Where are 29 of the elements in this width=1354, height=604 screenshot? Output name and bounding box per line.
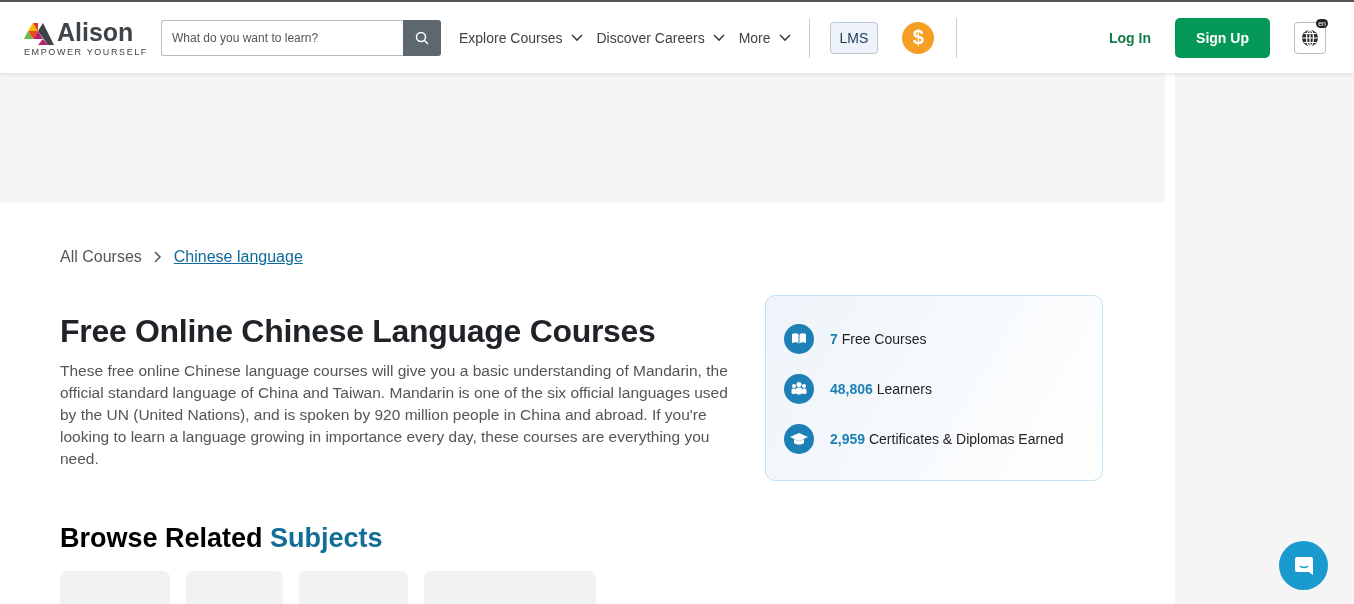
stat-text: 48,806 Learners xyxy=(830,381,932,397)
chevron-down-icon xyxy=(712,33,725,42)
login-link[interactable]: Log In xyxy=(1109,29,1151,46)
globe-icon xyxy=(1300,27,1320,48)
nav-menu[interactable]: Explore Courses xyxy=(455,29,587,46)
lms-button[interactable]: LMS xyxy=(829,21,879,54)
signup-button[interactable]: Sign Up xyxy=(1175,17,1270,58)
search-button[interactable] xyxy=(403,19,441,56)
page-title: Free Online Chinese Language Courses xyxy=(60,313,657,350)
logo-tagline: EMPOWER YOURSELF xyxy=(24,46,149,57)
chevron-down-icon xyxy=(570,33,583,42)
stat-text: 2,959 Certificates & Diplomas Earned xyxy=(830,431,1064,447)
logo-icon xyxy=(24,22,54,45)
nav-menu[interactable]: Discover Careers xyxy=(592,29,729,46)
description: These free online Chinese language courses will give you a basic understanding of Mandarin, the official standard language of China and Taiwan. Mandarin is one of the six official languages used by the UN (United Nations), and is spoken by 920 million people in China and abroad. If you're looking to learn a language growing in importance every day, these courses are everything you need. xyxy=(60,361,729,469)
search-icon xyxy=(415,30,429,45)
search-field[interactable]: What do you want to learn? xyxy=(161,19,403,56)
book-icon xyxy=(784,324,814,354)
breadcrumb-link[interactable]: All Courses xyxy=(60,248,142,266)
section-heading: Browse Related Subjects xyxy=(60,523,384,555)
logo-name[interactable]: Alison xyxy=(57,18,134,45)
chevron-down-icon xyxy=(778,33,791,42)
breadcrumb-link[interactable]: Chinese language xyxy=(173,248,303,266)
graduation-cap-icon xyxy=(784,424,814,454)
nav-menu[interactable]: More xyxy=(734,29,795,46)
stat-text: 7 Free Courses xyxy=(830,331,927,347)
people-icon xyxy=(784,374,814,404)
chevron-right-icon xyxy=(153,251,162,263)
chat-icon xyxy=(1292,554,1315,577)
